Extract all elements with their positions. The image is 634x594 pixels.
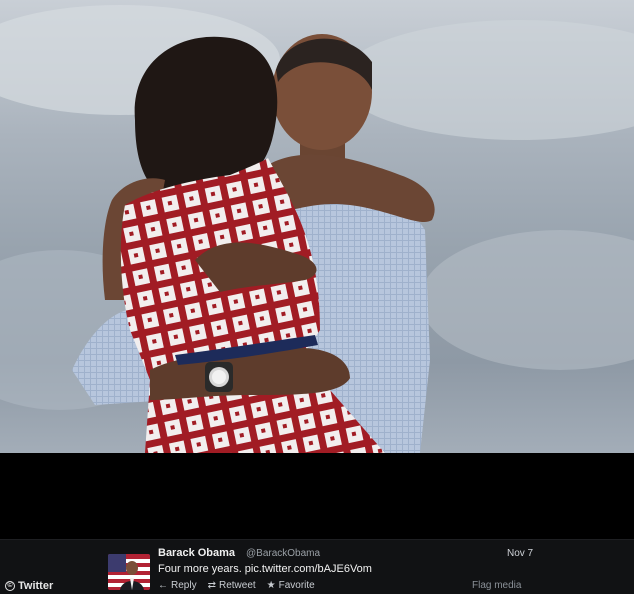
flag-media-link[interactable]: Flag media xyxy=(472,580,521,591)
star-icon: ★ xyxy=(266,580,276,591)
tweet-bar: © Twitter Barack Obama @BarackObama Nov … xyxy=(0,539,634,594)
reply-label: Reply xyxy=(171,580,197,591)
avatar-flag-portrait xyxy=(108,554,150,590)
author-handle[interactable]: @BarackObama xyxy=(246,548,320,559)
retweet-button[interactable]: ⇄ Retweet xyxy=(208,580,256,591)
favorite-label: Favorite xyxy=(278,580,315,591)
tweet-photo[interactable] xyxy=(0,0,634,453)
tweet-text: Four more years. pic.twitter.com/bAJE6Vo… xyxy=(158,563,372,575)
photo-credit: © Twitter xyxy=(5,580,53,592)
tweet-date[interactable]: Nov 7 xyxy=(507,548,533,559)
retweet-label: Retweet xyxy=(218,580,256,591)
retweet-icon: ⇄ xyxy=(207,580,216,591)
reply-button[interactable]: ← Reply xyxy=(158,580,197,591)
credit-label: Twitter xyxy=(18,580,54,592)
tweet-actions: ← Reply ⇄ Retweet ★ Favorite xyxy=(158,580,315,591)
copyright-icon: © xyxy=(5,581,15,591)
favorite-button[interactable]: ★ Favorite xyxy=(267,580,315,591)
embrace-photo-illustration xyxy=(0,5,634,453)
author-name[interactable]: Barack Obama xyxy=(158,547,235,559)
avatar[interactable] xyxy=(108,554,150,590)
reply-arrow-icon: ← xyxy=(158,580,168,591)
letterbox-band xyxy=(0,453,634,539)
